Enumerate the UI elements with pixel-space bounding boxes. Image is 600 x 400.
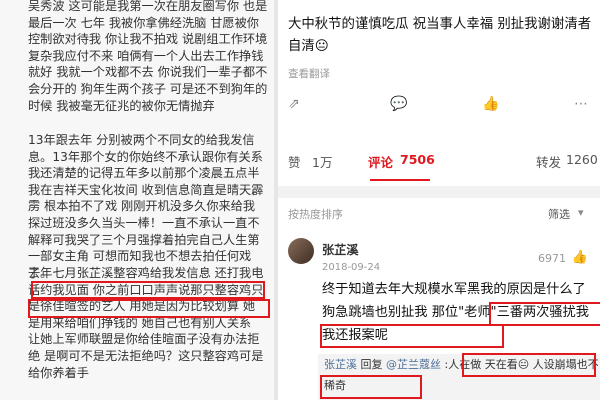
reply-text: 终于知道去年大规模水军黑我的原因是什么了 狗急跳墙也别扯我 那位"老师"三番两次… [322,282,589,343]
likes-count: 1万 [312,155,333,170]
sort-label[interactable]: 按热度排序 [288,206,343,222]
post-paragraph-3: 去年七月张芷溪整容鸡给我发信息 还打我电话约我见面 你之前口口声声说那只整容鸡只… [28,266,264,380]
comments-label[interactable]: 评论 [368,152,393,171]
avatar[interactable] [288,238,314,264]
section-separator [278,186,600,198]
reply-likes-count: 6971 [538,252,566,265]
reposts-count: 1260 [566,152,598,167]
chevron-down-icon[interactable]: ▾ [578,206,584,219]
translate-link[interactable]: 查看翻译 [288,66,330,81]
comments-count: 7506 [400,152,435,167]
sub-reply-target[interactable]: @芷兰蔻丝 [386,358,441,371]
post-paragraph-2: 13年跟去年 分别被两个不同女的给我发信息。13年那个女的你始终不承认跟你有关系… [28,133,264,280]
sub-reply: 张芷溪 回复 @芷兰蔻丝 :人在做 天在看😐 人设崩塌也不稀奇 [318,354,600,400]
post-paragraph-1: 吴秀波 这可能是我第一次在朋友圈写你 也是最后一次 七年 我被你拿佛经洗脑 甘愿… [28,0,268,113]
like-icon[interactable]: 👍 [482,96,499,112]
left-post-panel: 吴秀波 这可能是我第一次在朋友圈写你 也是最后一次 七年 我被你拿佛经洗脑 甘愿… [0,0,274,400]
sub-reply-badge: 回复 [360,358,383,371]
sub-reply-user[interactable]: 张芷溪 [324,358,357,371]
comments-tab-underline [370,179,430,181]
reply-date: 2018-09-24 [322,262,381,273]
action-icons-row: ⇗ 💬 👍 ⋯ [278,92,600,122]
reply-like-icon[interactable]: 👍 [572,250,588,265]
share-icon[interactable]: ⇗ [288,96,300,112]
comment-icon[interactable]: 💬 [390,96,407,112]
sort-row: 按热度排序 筛选 ▾ [278,206,600,226]
reposts-label[interactable]: 转发 [536,152,561,171]
comment-panel: 大中秋节的谨慎吃瓜 祝当事人幸福 别扯我谢谢清者自清😐 查看翻译 ⇗ 💬 👍 ⋯… [278,0,600,400]
likes-label[interactable]: 赞 [288,152,301,171]
stats-row: 赞 1万 评论 7506 转发 1260 [278,152,600,176]
more-icon[interactable]: ⋯ [574,96,588,112]
reply-user-name[interactable]: 张芷溪 [322,240,359,258]
comment-text: 大中秋节的谨慎吃瓜 祝当事人幸福 别扯我谢谢清者自清😐 [288,17,592,54]
filter-button[interactable]: 筛选 [548,206,570,222]
